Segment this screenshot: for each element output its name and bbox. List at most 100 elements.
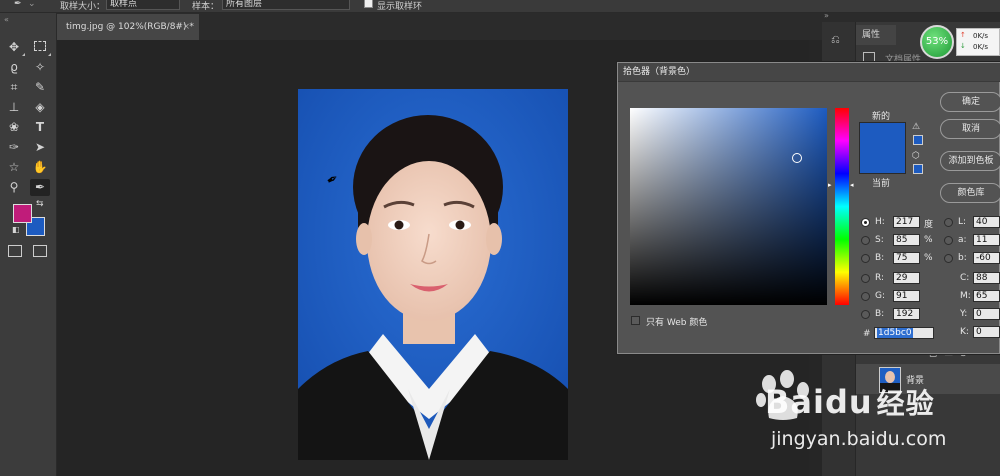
green-radio[interactable] <box>861 292 870 301</box>
hue-unit: 度 <box>924 220 934 230</box>
eyedropper-tool-preset-icon[interactable]: ✒ <box>14 0 22 9</box>
color-selector-ring[interactable] <box>792 153 802 163</box>
show-ring-label: 显示取样环 <box>377 2 423 12</box>
shape-tool-icon[interactable]: ☆ <box>4 159 24 176</box>
speed-gauge[interactable]: 53% <box>920 25 954 59</box>
sample-label: 样本： <box>192 2 220 12</box>
document-tab[interactable]: timg.jpg @ 102%(RGB/8#) * × <box>57 14 199 40</box>
pen-tool-icon[interactable]: ✑ <box>4 139 24 156</box>
properties-tab[interactable]: 属性 <box>856 25 896 45</box>
a-channel-label: a: <box>958 235 967 245</box>
hex-value-selected: 1d5bc0 <box>877 328 913 338</box>
baidu-watermark: Baidu 经验 jingyan.baidu.com <box>735 360 1000 476</box>
watermark-url: jingyan.baidu.com <box>771 428 947 450</box>
ok-button[interactable]: 确定 <box>940 92 1000 112</box>
portrait-photo[interactable] <box>298 89 568 460</box>
network-speed-widget: 53% ↑ 0K/s ↓ 0K/s <box>920 25 1000 59</box>
download-speed: 0K/s <box>973 43 989 51</box>
color-libraries-button[interactable]: 颜色库 <box>940 183 1000 203</box>
close-tab-icon[interactable]: × <box>182 14 190 40</box>
cyan-label: C: <box>960 273 970 283</box>
brightness-radio[interactable] <box>861 254 870 263</box>
document-tab-title: timg.jpg @ 102%(RGB/8#) * <box>66 22 194 32</box>
text-tool-icon[interactable]: T <box>30 119 50 136</box>
quick-mask-icon[interactable] <box>8 245 22 257</box>
magic-wand-icon[interactable]: ✧ <box>30 59 50 76</box>
magenta-input[interactable]: 65 <box>973 290 1000 302</box>
brightness-unit: % <box>924 253 933 263</box>
tool-flyout-indicator <box>22 53 25 56</box>
blue-input[interactable]: 192 <box>893 308 920 320</box>
black-input[interactable]: 0 <box>973 326 1000 338</box>
lightness-input[interactable]: 40 <box>973 216 1000 228</box>
brush-tool-icon[interactable]: ✎ <box>30 79 50 96</box>
cyan-input[interactable]: 88 <box>973 272 1000 284</box>
saturation-unit: % <box>924 235 933 245</box>
hue-label: H: <box>875 217 885 227</box>
tool-flyout-indicator <box>48 53 51 56</box>
web-safe-swatch[interactable] <box>913 164 923 174</box>
hex-input[interactable]: 1d5bc0 <box>874 327 934 339</box>
zoom-tool-icon[interactable]: ⚲ <box>4 179 24 196</box>
saturation-radio[interactable] <box>861 236 870 245</box>
sample-dropdown[interactable]: 所有图层 <box>222 0 350 10</box>
tools-panel: « ✥ ϱ ✧ ⌗ ✎ ⊥ ◈ ❀ T ✑ ➤ ☆ ✋ ⚲ ✒ ⇆ ◧ <box>0 13 57 476</box>
screen-mode-icon[interactable] <box>33 245 47 257</box>
blue-label: B: <box>875 309 885 319</box>
dialog-title[interactable]: 拾色器（背景色） <box>618 63 1000 82</box>
show-ring-checkbox[interactable] <box>364 0 373 8</box>
collapse-arrows-icon[interactable]: « <box>4 15 9 24</box>
eyedropper-tool-icon[interactable]: ✒ <box>30 179 50 196</box>
stamp-tool-icon[interactable]: ⊥ <box>4 99 24 116</box>
marquee-tool-icon[interactable] <box>30 39 50 56</box>
sample-size-dropdown[interactable]: 取样点 <box>106 0 180 10</box>
hue-input[interactable]: 217 <box>893 216 920 228</box>
hue-slider-left-arrow-icon[interactable]: ▸ <box>828 181 832 189</box>
eraser-tool-icon[interactable]: ◈ <box>30 99 50 116</box>
history-brush-icon[interactable]: ❀ <box>4 119 24 136</box>
lightness-radio[interactable] <box>944 218 953 227</box>
green-input[interactable]: 91 <box>893 290 920 302</box>
saturation-input[interactable]: 85 <box>893 234 920 246</box>
watermark-brand-tail: du <box>824 383 873 421</box>
chevron-down-icon[interactable]: ⌄ <box>28 0 36 9</box>
add-to-swatches-button[interactable]: 添加到色板 <box>940 151 1000 171</box>
hue-radio[interactable] <box>861 218 870 227</box>
panel-header-strip: » <box>822 11 1000 22</box>
brightness-input[interactable]: 75 <box>893 252 920 264</box>
blue-radio[interactable] <box>861 310 870 319</box>
watermark-brand-text: Bai <box>765 383 825 421</box>
a-channel-input[interactable]: 11 <box>973 234 1000 246</box>
out-of-gamut-warning-icon[interactable]: ⚠ <box>912 122 920 132</box>
hue-slider[interactable] <box>835 108 849 305</box>
lightness-label: L: <box>958 217 967 227</box>
b-channel-input[interactable]: -60 <box>973 252 1000 264</box>
default-colors-icon[interactable]: ◧ <box>12 225 20 234</box>
b-channel-radio[interactable] <box>944 254 953 263</box>
expand-panels-icon[interactable]: » <box>824 11 829 20</box>
history-panel-icon[interactable]: ⎌ <box>831 33 840 47</box>
foreground-color-swatch[interactable] <box>13 204 32 223</box>
a-channel-radio[interactable] <box>944 236 953 245</box>
magenta-label: M: <box>960 291 971 301</box>
move-tool-icon[interactable]: ✥ <box>4 39 24 56</box>
gamut-swatch[interactable] <box>913 135 923 145</box>
path-select-icon[interactable]: ➤ <box>30 139 50 156</box>
options-bar: ✒ ⌄ 取样大小： 取样点 样本： 所有图层 显示取样环 <box>0 0 1000 13</box>
swap-colors-icon[interactable]: ⇆ <box>36 199 44 209</box>
black-label: K: <box>960 327 969 337</box>
cancel-button[interactable]: 取消 <box>940 119 1000 139</box>
crop-tool-icon[interactable]: ⌗ <box>4 79 24 96</box>
saturation-brightness-field[interactable] <box>630 108 827 305</box>
web-safe-cube-icon[interactable]: ⬡ <box>912 151 920 161</box>
color-picker-dialog: 拾色器（背景色） ▸ ◂ 新的 当前 ⚠ ⬡ 确定 取消 添加到色板 颜色库 H… <box>617 62 1000 354</box>
yellow-input[interactable]: 0 <box>973 308 1000 320</box>
red-input[interactable]: 29 <box>893 272 920 284</box>
red-radio[interactable] <box>861 274 870 283</box>
web-only-checkbox[interactable] <box>631 316 640 325</box>
web-only-label: 只有 Web 颜色 <box>646 318 708 328</box>
new-color-label: 新的 <box>872 112 891 122</box>
hue-slider-right-arrow-icon[interactable]: ◂ <box>850 181 854 189</box>
lasso-tool-icon[interactable]: ϱ <box>4 59 24 76</box>
hand-tool-icon[interactable]: ✋ <box>30 159 50 176</box>
